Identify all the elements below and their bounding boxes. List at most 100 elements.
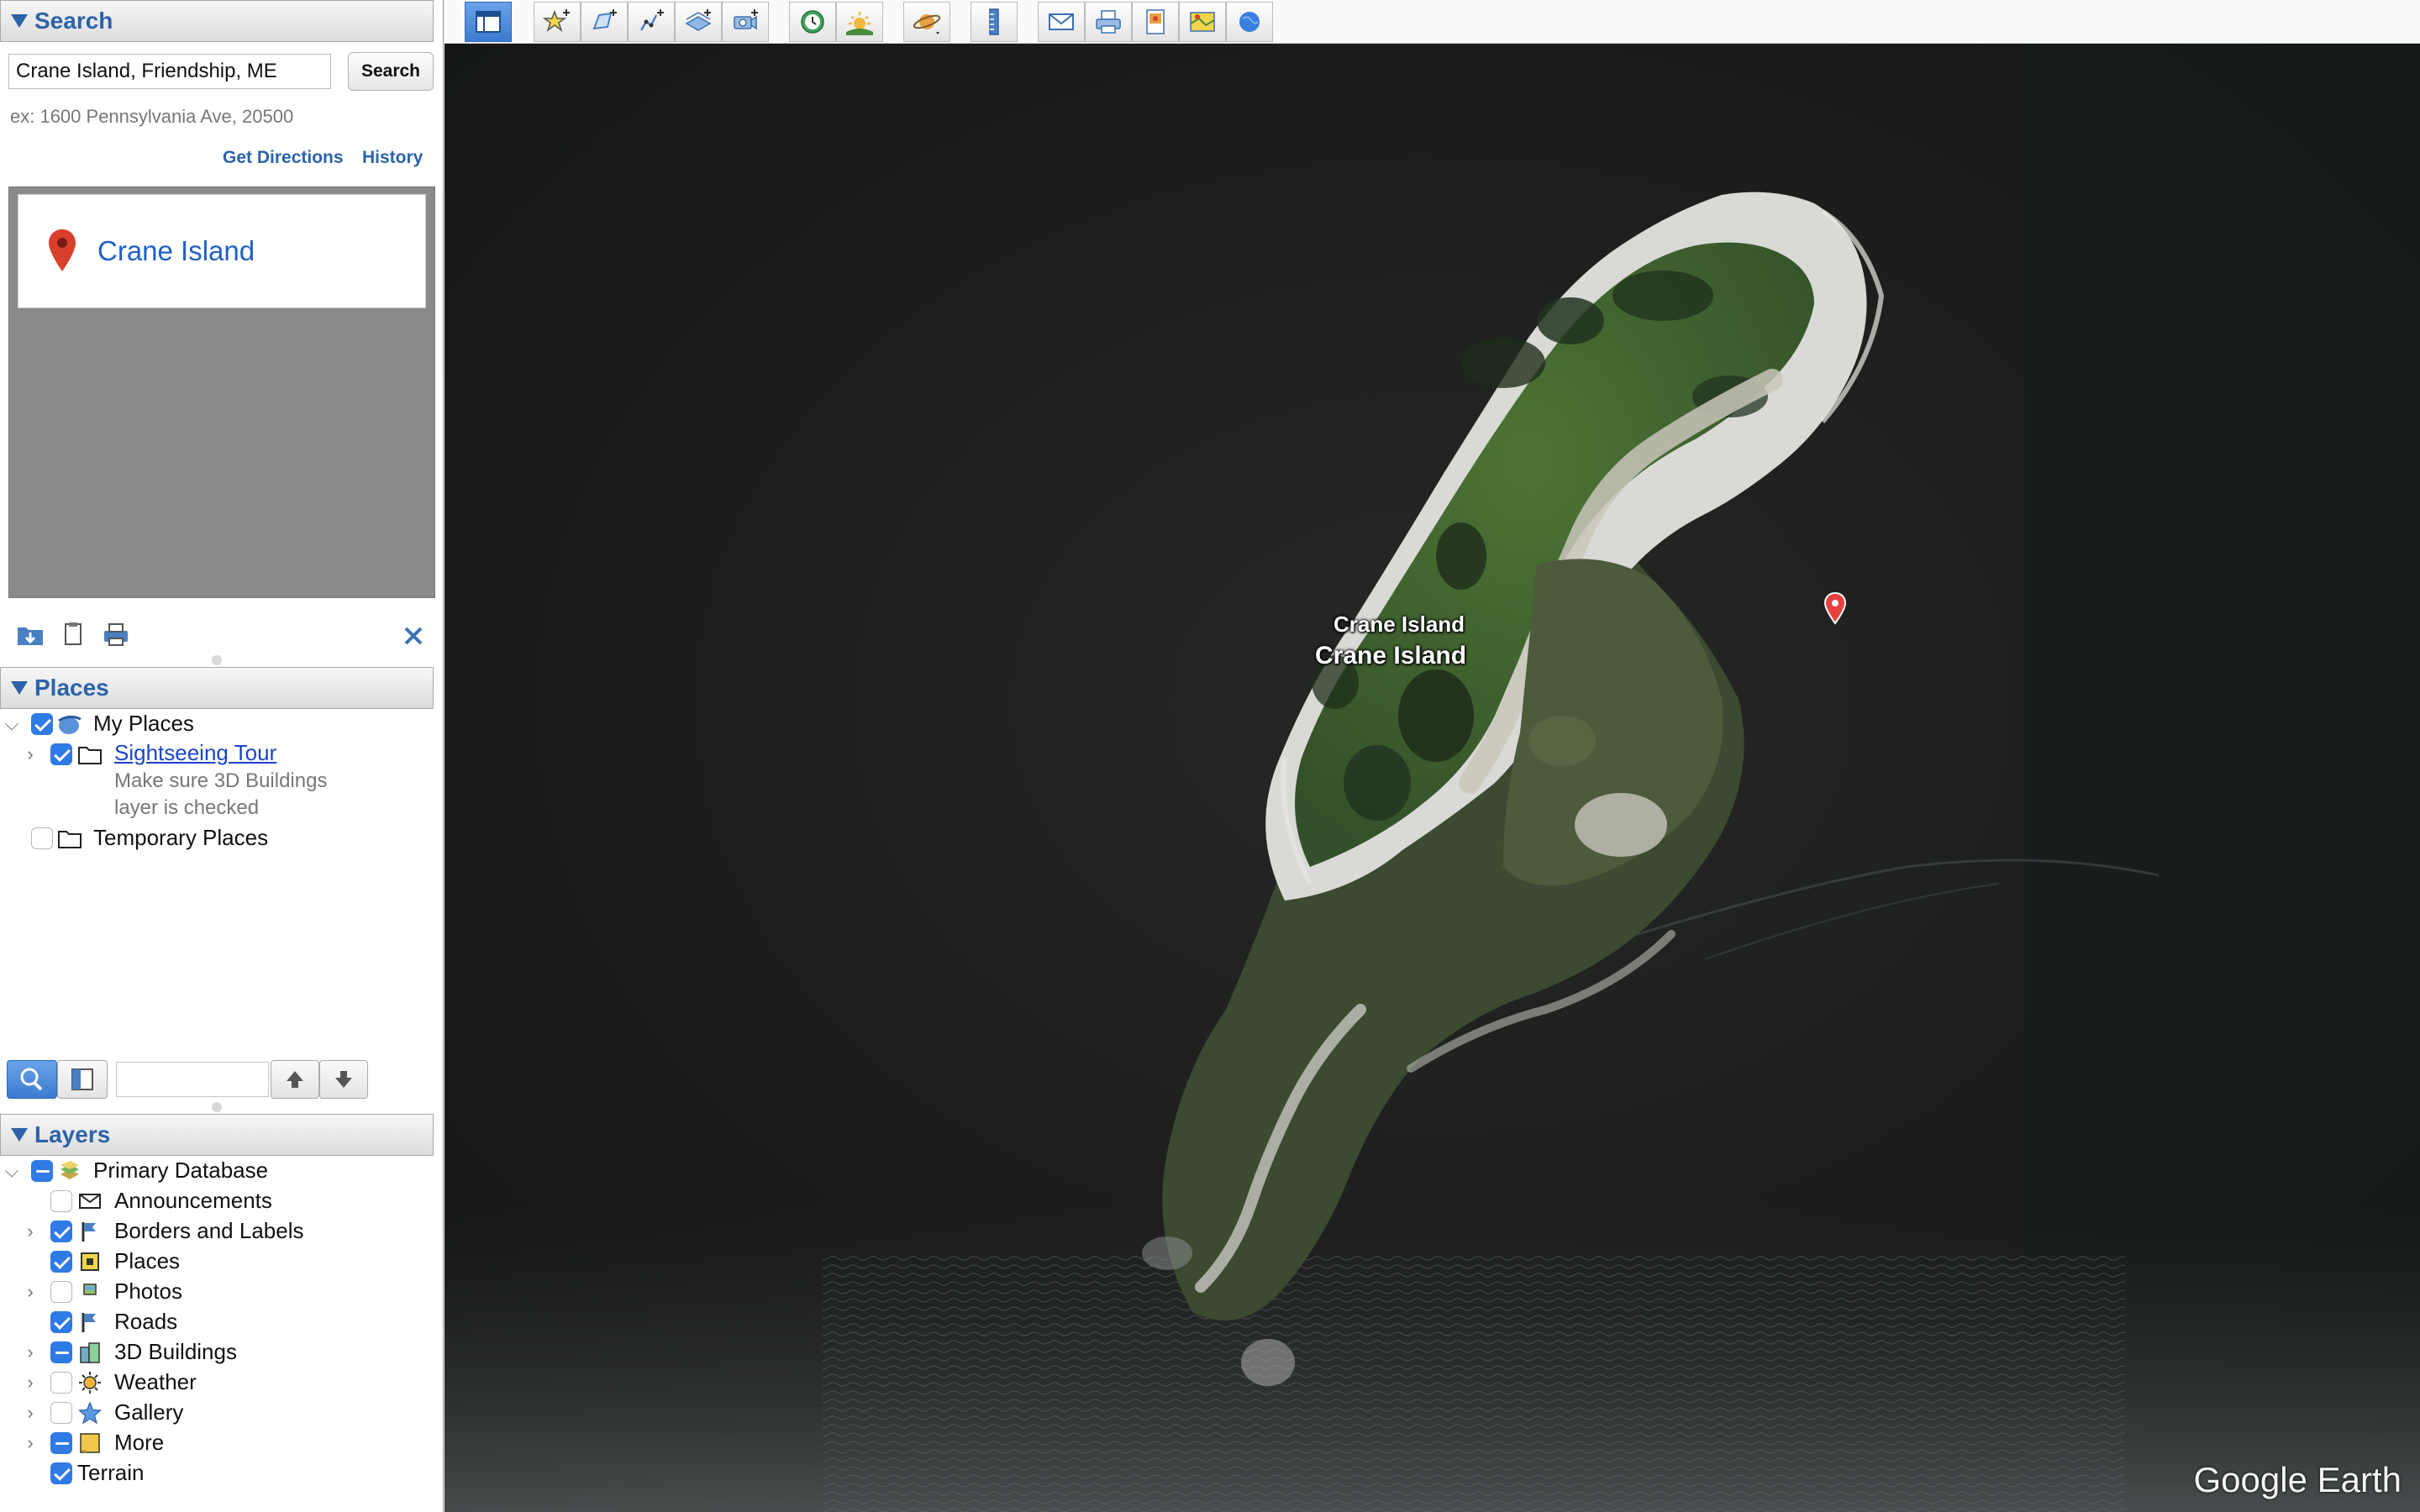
temporary-places-checkbox[interactable] [31, 827, 53, 849]
panel-resize-grip[interactable] [212, 1102, 222, 1112]
map-view-icon [1190, 12, 1215, 32]
layer-places[interactable]: Places [114, 1248, 180, 1274]
search-button[interactable]: Search [348, 52, 434, 91]
map-view[interactable]: Crane Island Crane Island Google Earth [445, 44, 2420, 1512]
search-result-title[interactable]: Crane Island [97, 235, 255, 267]
gallery-checkbox[interactable] [50, 1402, 72, 1424]
layer-photos[interactable]: Photos [114, 1278, 182, 1305]
expand-chevron-closed-icon[interactable]: › [22, 1281, 39, 1302]
ruler-button[interactable] [971, 2, 1018, 42]
sidebar: Search Search ex: 1600 Pennsylvania Ave,… [0, 0, 444, 1512]
announcements-checkbox[interactable] [50, 1190, 72, 1212]
add-image-overlay-button[interactable] [675, 2, 722, 42]
email-button[interactable] [1038, 2, 1085, 42]
expand-chevron-closed-icon[interactable]: › [22, 1402, 39, 1423]
satellite-imagery[interactable] [445, 44, 2420, 1512]
photos-checkbox[interactable] [50, 1281, 72, 1303]
google-earth-web-button[interactable] [1226, 2, 1273, 42]
my-places-checkbox[interactable] [31, 713, 53, 735]
add-path-icon [639, 9, 664, 31]
get-directions-link[interactable]: Get Directions [223, 148, 344, 168]
sightseeing-tour-checkbox[interactable] [50, 743, 72, 765]
save-to-my-places-icon[interactable] [15, 620, 45, 650]
road-sign-icon [82, 1313, 96, 1332]
layer-announcements[interactable]: Announcements [114, 1188, 272, 1214]
add-polygon-icon [592, 9, 617, 30]
layer-borders-and-labels[interactable]: Borders and Labels [114, 1218, 303, 1244]
places-sidebar-toggle-button[interactable] [57, 1060, 108, 1099]
expand-chevron-open-icon[interactable]: ⌵ [3, 713, 20, 734]
layers-panel-header[interactable]: Layers [0, 1114, 434, 1156]
layer-weather[interactable]: Weather [114, 1369, 197, 1395]
expand-chevron-closed-icon[interactable]: › [22, 1432, 39, 1453]
borders-and-labels-checkbox[interactable] [50, 1221, 72, 1242]
layer-primary-database[interactable]: Primary Database [93, 1158, 268, 1184]
add-polygon-button[interactable] [581, 2, 628, 42]
more-note-icon [80, 1433, 100, 1453]
expand-chevron-closed-icon[interactable]: › [22, 743, 39, 764]
print-icon[interactable] [101, 620, 131, 650]
layer-roads[interactable]: Roads [114, 1309, 177, 1335]
search-result-item[interactable]: Crane Island [18, 194, 426, 308]
save-image-button[interactable] [1132, 2, 1179, 42]
photo-icon [83, 1284, 97, 1295]
toggle-sidebar-button[interactable] [465, 2, 512, 42]
places-navigation-strip [0, 1055, 444, 1104]
view-in-maps-button[interactable] [1179, 2, 1226, 42]
places-square-icon [81, 1252, 99, 1271]
copy-to-clipboard-icon[interactable] [59, 620, 89, 650]
expand-chevron-closed-icon[interactable]: › [22, 1372, 39, 1393]
add-placemark-icon [542, 9, 570, 33]
sunlight-button[interactable] [836, 2, 883, 42]
expand-chevron-open-icon[interactable]: ⌵ [3, 1160, 20, 1181]
folder-icon [58, 831, 82, 848]
add-path-button[interactable] [628, 2, 675, 42]
add-placemark-button[interactable] [534, 2, 581, 42]
more-checkbox[interactable] [50, 1432, 72, 1454]
search-results-panel: Crane Island [8, 186, 435, 598]
places-layer-checkbox[interactable] [50, 1251, 72, 1273]
places-panel-header[interactable]: Places [0, 667, 434, 709]
roads-checkbox[interactable] [50, 1311, 72, 1333]
print-map-button[interactable] [1085, 2, 1132, 42]
tree-item-temporary-places[interactable]: Temporary Places [93, 825, 268, 851]
envelope-icon [79, 1194, 101, 1209]
switch-planet-button[interactable] [903, 2, 950, 42]
expand-chevron-closed-icon[interactable]: › [22, 1221, 39, 1242]
sun-icon [79, 1372, 101, 1394]
panel-resize-grip[interactable] [212, 655, 222, 665]
clock-history-icon [801, 10, 824, 34]
historical-imagery-button[interactable] [789, 2, 836, 42]
record-tour-button[interactable] [722, 2, 769, 42]
layer-3d-buildings[interactable]: 3D Buildings [114, 1339, 237, 1365]
move-up-button[interactable] [271, 1060, 319, 1099]
map-place-label-large[interactable]: Crane Island [1315, 642, 1466, 670]
history-link[interactable]: History [362, 148, 423, 168]
3d-buildings-checkbox[interactable] [50, 1341, 72, 1363]
map-placemark-pin-icon[interactable] [1823, 591, 1847, 625]
places-filter-input[interactable] [116, 1062, 269, 1097]
layer-more[interactable]: More [114, 1430, 164, 1456]
search-input[interactable] [8, 54, 331, 89]
clear-search-close-icon[interactable] [402, 620, 425, 650]
primary-database-checkbox[interactable] [31, 1160, 53, 1182]
tree-item-my-places[interactable]: My Places [93, 711, 194, 737]
expand-chevron-closed-icon[interactable]: › [22, 1341, 39, 1362]
collapse-triangle-icon[interactable] [11, 681, 28, 695]
collapse-triangle-icon[interactable] [11, 14, 28, 28]
weather-checkbox[interactable] [50, 1372, 72, 1394]
sidebar-panel-icon [71, 1068, 93, 1090]
layers-panel-title: Layers [34, 1121, 111, 1147]
folder-icon [78, 747, 102, 764]
terrain-checkbox[interactable] [50, 1462, 72, 1484]
tree-item-sightseeing-tour[interactable]: Sightseeing Tour [114, 740, 276, 766]
search-panel-header[interactable]: Search [0, 0, 434, 42]
places-search-toggle-button[interactable] [7, 1060, 57, 1099]
collapse-triangle-icon[interactable] [11, 1128, 28, 1142]
sunlight-icon [846, 12, 873, 35]
layer-gallery[interactable]: Gallery [114, 1399, 183, 1425]
search-panel-title: Search [34, 8, 113, 34]
move-down-button[interactable] [319, 1060, 368, 1099]
map-place-label-small[interactable]: Crane Island [1334, 612, 1465, 638]
layer-terrain[interactable]: Terrain [77, 1460, 144, 1486]
